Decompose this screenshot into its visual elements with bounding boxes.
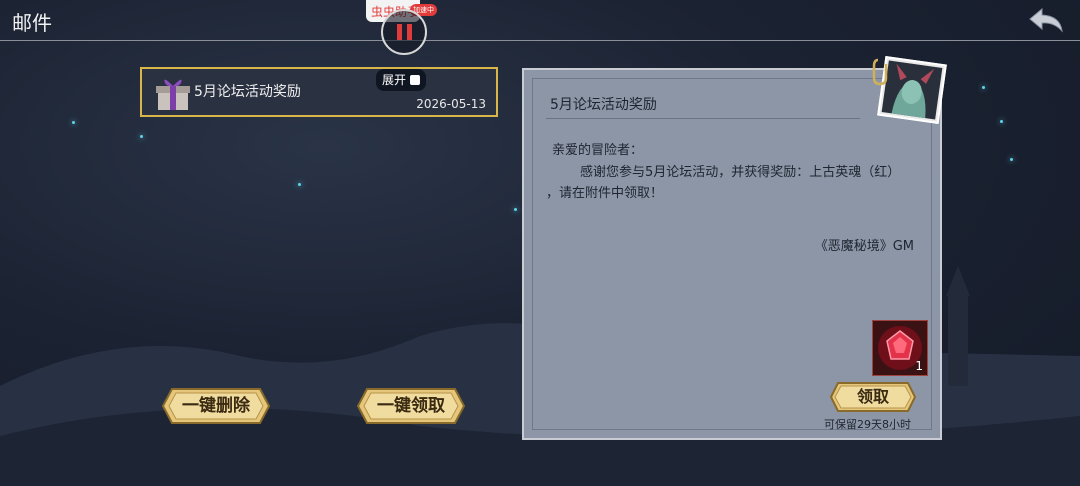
star-decoration — [1010, 158, 1013, 161]
expand-button[interactable]: 展开 — [376, 69, 427, 91]
claim-button[interactable]: 领取 — [829, 382, 917, 412]
delete-all-button[interactable]: 一键删除 — [161, 388, 271, 424]
star-decoration — [514, 208, 517, 211]
letter-greeting: 亲爱的冒险者： — [552, 143, 644, 158]
letter-body-line2: ，请在附件中领取！ — [546, 186, 664, 201]
mail-date: 2026-05-13 — [416, 97, 486, 111]
mail-subject: 5月论坛活动奖励 — [194, 84, 301, 100]
page-title: 邮件 — [12, 11, 52, 35]
delete-all-label: 一键删除 — [182, 396, 250, 416]
letter-body-line1: 感谢您参与5月论坛活动，并获得奖励：上古英魂（红） — [580, 165, 901, 180]
claim-label: 领取 — [856, 387, 889, 406]
pause-icon — [397, 24, 402, 40]
star-decoration — [72, 121, 75, 124]
star-decoration — [140, 135, 143, 138]
star-decoration — [1000, 120, 1003, 123]
title-divider — [546, 118, 860, 119]
pause-button[interactable] — [381, 9, 427, 55]
claim-all-button[interactable]: 一键领取 — [356, 388, 466, 424]
expand-icon — [410, 75, 421, 85]
attachment-count: 1 — [915, 359, 923, 373]
letter-title: 5月论坛活动奖励 — [550, 97, 657, 113]
top-bar: 邮件 — [0, 0, 1080, 41]
claim-all-label: 一键领取 — [377, 396, 445, 416]
back-arrow-icon[interactable] — [1026, 5, 1066, 35]
mail-detail-panel: 5月论坛活动奖励 亲爱的冒险者： 感谢您参与5月论坛活动，并获得奖励：上古英魂（… — [522, 68, 942, 440]
star-decoration — [298, 183, 301, 186]
paperclip-icon — [872, 58, 888, 86]
keep-duration-text: 可保留29天8小时 — [824, 418, 911, 431]
star-decoration — [982, 86, 985, 89]
expand-label: 展开 — [382, 73, 407, 87]
pause-icon — [407, 24, 412, 40]
mail-list-item[interactable]: 5月论坛活动奖励 2026-05-13 — [140, 67, 498, 117]
gift-box-icon — [156, 79, 190, 110]
letter-signature: 《恶魔秘境》GM — [814, 239, 914, 254]
attachment-slot[interactable]: 1 — [872, 320, 928, 376]
paper-border — [532, 78, 932, 430]
